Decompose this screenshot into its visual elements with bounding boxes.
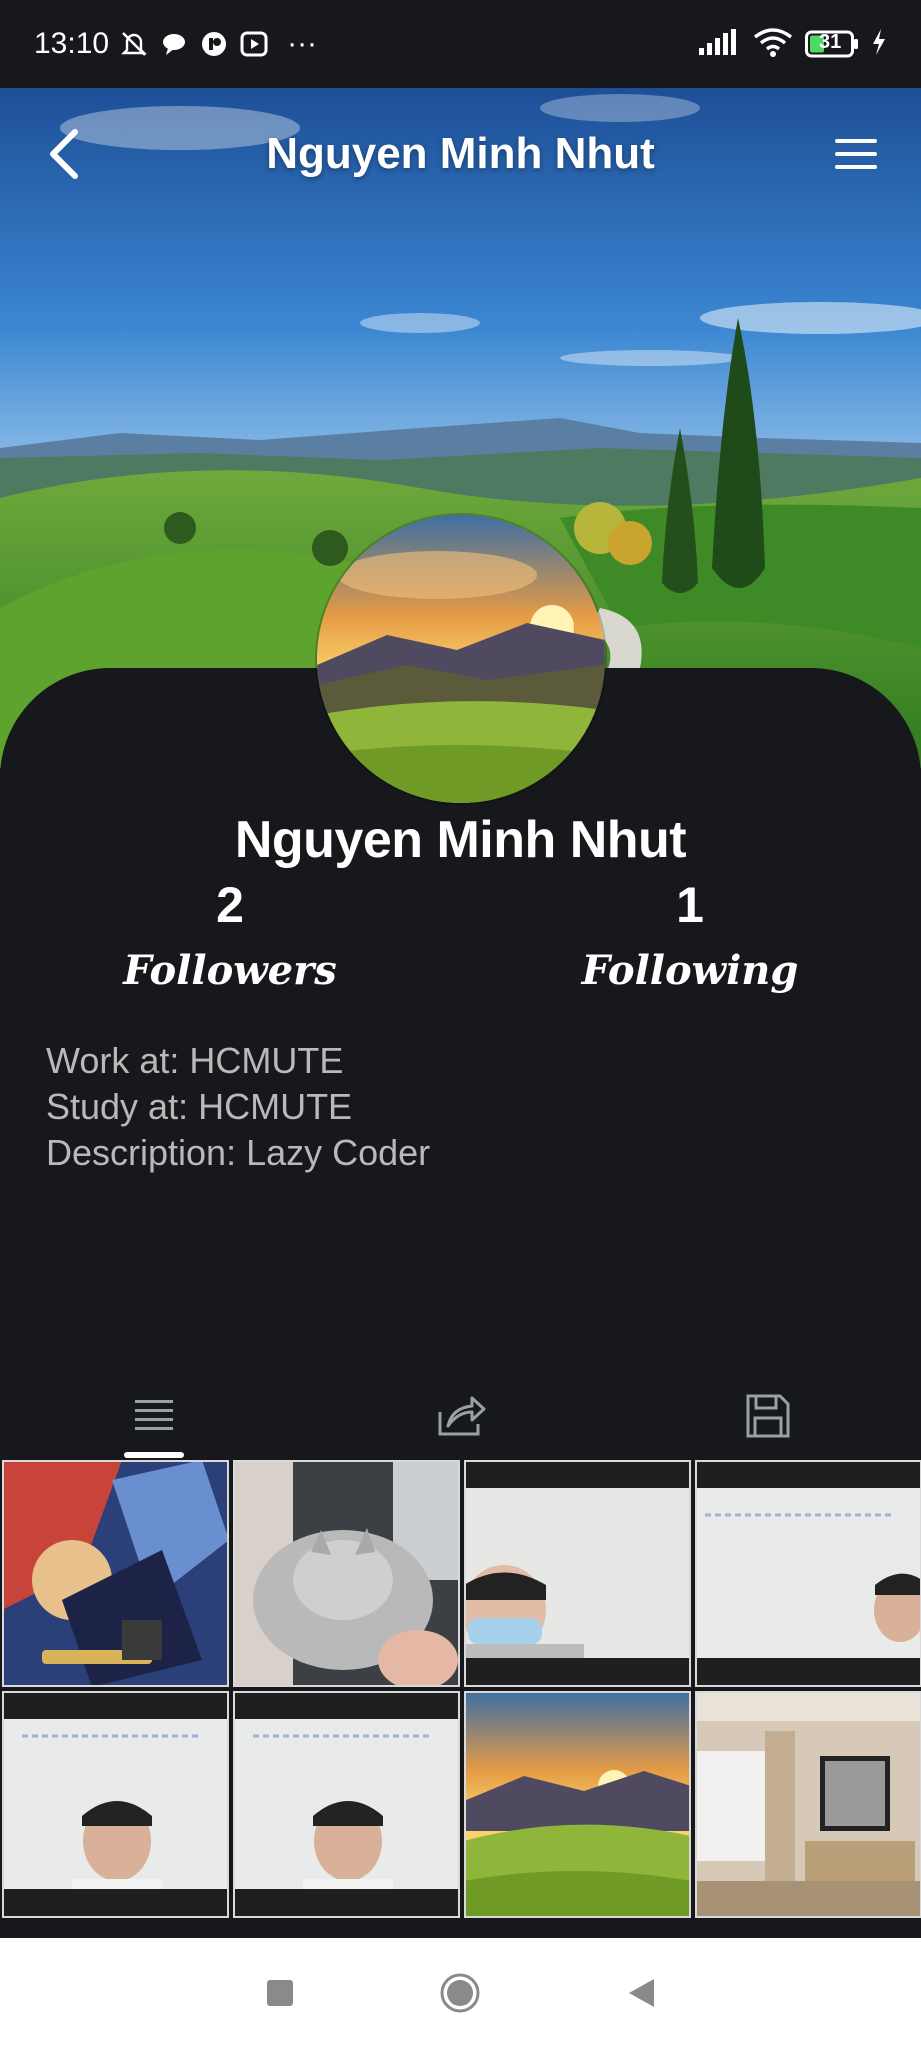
following-stat[interactable]: 1 Following (540, 875, 840, 1001)
followers-count: 2 (216, 877, 244, 933)
description-text: Description: Lazy Coder (46, 1132, 431, 1173)
tab-saved[interactable] (614, 1368, 921, 1464)
status-more: ··· (287, 27, 318, 60)
photo-thumb-room-interior[interactable] (695, 1691, 921, 1918)
recents-button[interactable] (250, 1963, 310, 2023)
signal-icon (697, 28, 741, 61)
system-back-button[interactable] (611, 1963, 671, 2023)
wifi-icon (753, 27, 793, 62)
profile-name: Nguyen Minh Nhut (234, 811, 687, 869)
save-icon (746, 1394, 789, 1438)
status-time: 13:10 (34, 27, 110, 60)
system-nav-bar (0, 1938, 921, 2048)
share-icon (438, 1396, 485, 1436)
charging-icon (871, 28, 887, 61)
home-button[interactable] (430, 1963, 490, 2023)
chat-bubble-icon (159, 29, 189, 59)
tab-shared[interactable] (307, 1368, 614, 1464)
study-text: Study at: HCMUTE (46, 1086, 353, 1127)
work-text: Work at: HCMUTE (46, 1040, 344, 1081)
profile-info: Work at: HCMUTE Study at: HCMUTE Descrip… (46, 1038, 430, 1176)
photo-thumb-selfie-mask[interactable] (464, 1460, 691, 1687)
following-label: Following (581, 947, 799, 994)
status-left: 13:10 ··· (34, 27, 317, 61)
status-bar: 13:10 ··· 31 (0, 0, 921, 88)
photo-thumb-selfie-wall-2[interactable] (2, 1691, 229, 1918)
status-right: 31 (697, 27, 887, 62)
back-button[interactable] (30, 119, 100, 189)
photo-thumb-selfie-wall[interactable] (695, 1460, 921, 1687)
app-badge-icon (199, 29, 229, 59)
list-icon (134, 1400, 173, 1430)
bell-off-icon (119, 29, 149, 59)
page-title: Nguyen Minh Nhut (266, 129, 655, 178)
photo-thumb-selfie-wall-3[interactable] (233, 1691, 460, 1918)
home-circle-icon (440, 1973, 480, 2013)
battery-level: 31 (819, 31, 842, 53)
top-nav: Nguyen Minh Nhut (0, 108, 921, 200)
chevron-left-icon (50, 129, 78, 179)
menu-button[interactable] (821, 119, 891, 189)
photo-thumb-game-poster[interactable] (2, 1460, 229, 1687)
followers-stat[interactable]: 2 Followers (80, 875, 380, 1001)
back-triangle-icon (628, 1979, 654, 2007)
recents-square-icon (267, 1980, 294, 2006)
avatar[interactable] (317, 515, 605, 803)
photo-thumb-sunset-landscape[interactable] (464, 1691, 691, 1918)
following-count: 1 (676, 877, 704, 933)
play-box-icon (239, 29, 269, 59)
followers-label: Followers (123, 947, 337, 994)
battery-icon: 31 (805, 30, 859, 58)
photo-grid (0, 1458, 921, 1938)
hamburger-icon (834, 139, 877, 169)
photo-thumb-cat-photo[interactable] (233, 1460, 460, 1687)
content-tabs (0, 1368, 921, 1464)
tab-posts[interactable] (0, 1368, 307, 1464)
